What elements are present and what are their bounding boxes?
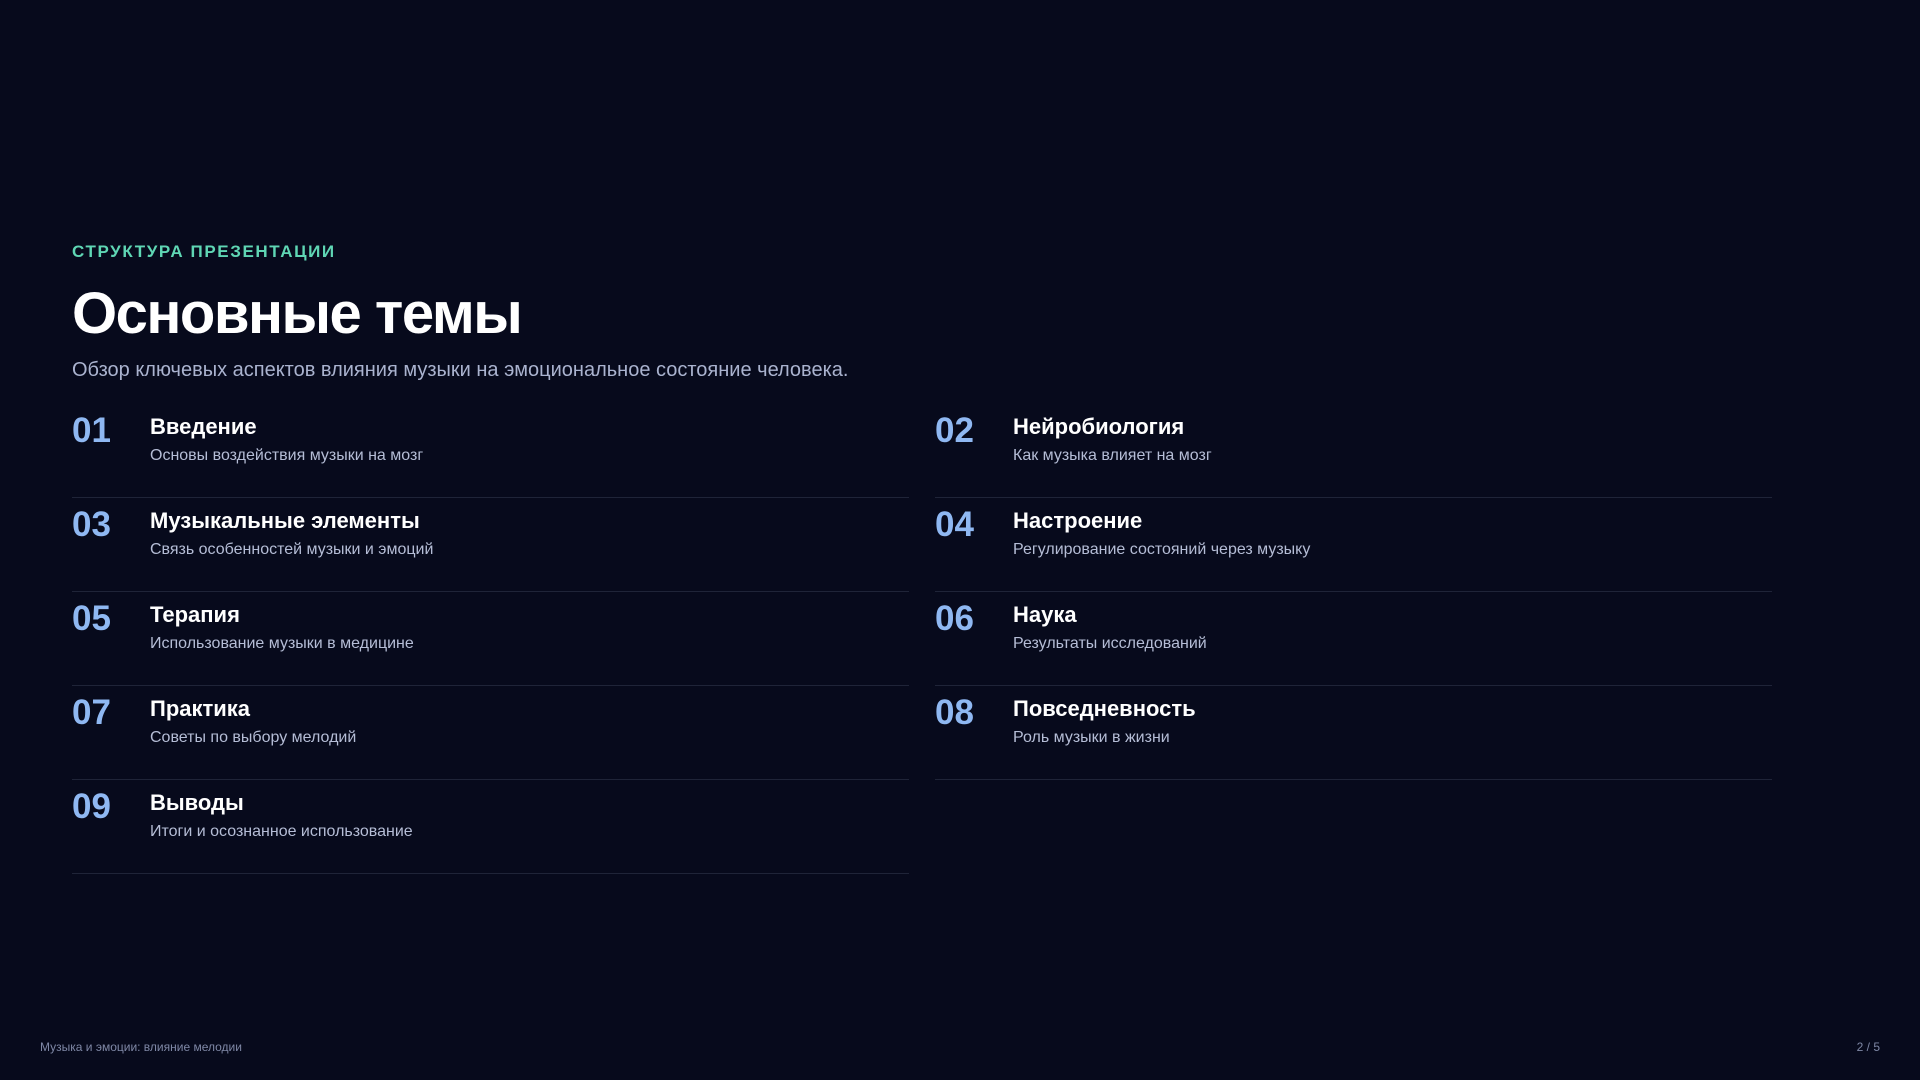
topic-item: 06 Наука Результаты исследований [935,592,1772,686]
topic-item: 08 Повседневность Роль музыки в жизни [935,686,1772,780]
topic-item: 07 Практика Советы по выбору мелодий [72,686,909,780]
topic-item: 05 Терапия Использование музыки в медици… [72,592,909,686]
topic-number: 04 [935,505,974,544]
topic-title: Выводы [150,790,244,815]
topic-item: 09 Выводы Итоги и осознанное использован… [72,780,909,874]
page-subtitle: Обзор ключевых аспектов влияния музыки н… [72,359,849,381]
topic-number: 02 [935,411,974,450]
page-title: Основные темы [72,281,523,346]
footer-presentation-title: Музыка и эмоции: влияние мелодии [40,1040,242,1054]
topic-number: 09 [72,787,111,826]
topic-description: Использование музыки в медицине [150,635,414,652]
topic-description: Результаты исследований [1013,635,1207,652]
topic-title: Настроение [1013,508,1143,533]
topic-title: Практика [150,696,251,721]
topic-description: Основы воздействия музыки на мозг [150,447,424,464]
topic-title: Музыкальные элементы [150,508,420,533]
topic-item: 01 Введение Основы воздействия музыки на… [72,404,909,498]
topic-description: Итоги и осознанное использование [150,823,413,840]
topic-number: 01 [72,411,111,450]
topic-item: 04 Настроение Регулирование состояний че… [935,498,1772,592]
topic-description: Советы по выбору мелодий [150,729,357,746]
slide-header: СТРУКТУРА ПРЕЗЕНТАЦИИ Основные темы Обзо… [72,240,1772,384]
topic-description: Роль музыки в жизни [1013,729,1170,746]
topic-title: Терапия [150,602,240,627]
page-counter: 2 / 5 [1856,1040,1880,1054]
topic-title: Нейробиология [1013,414,1185,439]
topic-number: 03 [72,505,111,544]
topic-title: Введение [150,414,257,439]
topic-title: Наука [1013,602,1077,627]
topic-number: 08 [935,693,974,732]
topic-description: Связь особенностей музыки и эмоций [150,541,434,558]
topic-item: 03 Музыкальные элементы Связь особенност… [72,498,909,592]
slide: СТРУКТУРА ПРЕЗЕНТАЦИИ Основные темы Обзо… [0,0,1920,1080]
topic-number: 05 [72,599,111,638]
topic-description: Регулирование состояний через музыку [1013,541,1311,558]
topic-number: 06 [935,599,974,638]
topic-item: 02 Нейробиология Как музыка влияет на мо… [935,404,1772,498]
section-eyebrow: СТРУКТУРА ПРЕЗЕНТАЦИИ [72,242,336,261]
topic-number: 07 [72,693,111,732]
topic-title: Повседневность [1013,696,1196,721]
topic-description: Как музыка влияет на мозг [1013,447,1212,464]
